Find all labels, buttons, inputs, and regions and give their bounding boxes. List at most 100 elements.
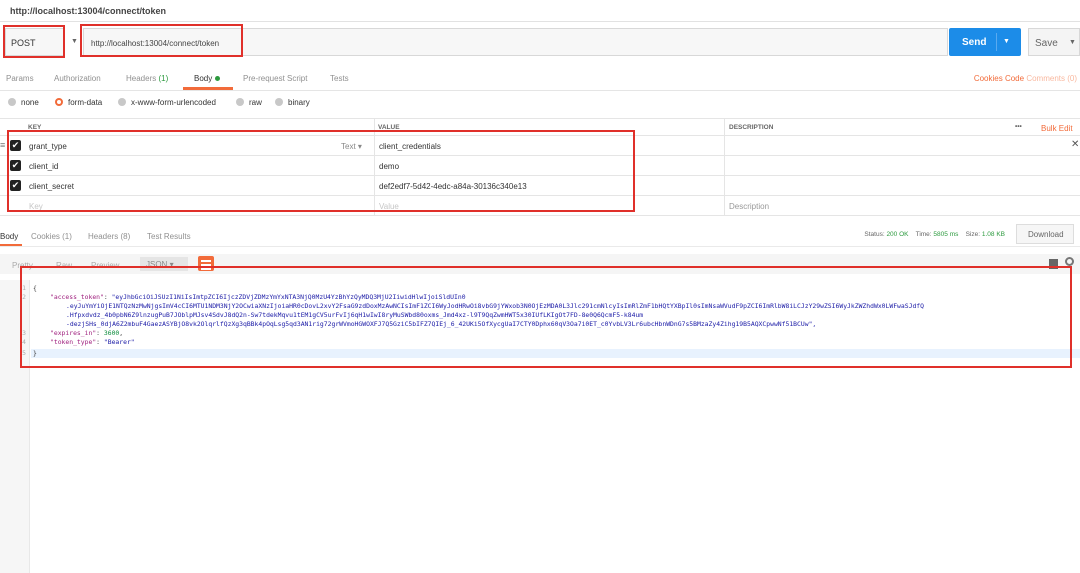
response-meta: Status: 200 OK Time: 5805 ms Size: 1.08 … (864, 231, 1005, 238)
request-tabs: Params Authorization Headers (1) Body Pr… (0, 67, 1080, 91)
save-button[interactable]: Save ▼ (1028, 28, 1080, 56)
table-row-new: Key Value Description (0, 196, 1080, 216)
download-button[interactable]: Download (1016, 224, 1074, 244)
column-divider (724, 176, 725, 195)
chevron-down-icon[interactable]: ▼ (1069, 39, 1076, 46)
radio-label: none (21, 98, 39, 107)
json-string: "Bearer" (103, 338, 135, 346)
row-key[interactable]: client_id (29, 162, 58, 171)
radio-none[interactable]: none (8, 98, 39, 107)
table-row: ✔ client_id demo (0, 156, 1080, 176)
time-value: 5805 ms (933, 231, 959, 238)
tab-headers-label: Headers (126, 74, 157, 83)
delete-row-icon[interactable]: ✕ (1071, 139, 1079, 150)
chevron-down-icon[interactable]: ▼ (1003, 38, 1010, 45)
code-line-continuation: .Hfpxdvdz_4b0pbN6Z9lnzugPuB7JOblpMJsv4Sd… (66, 311, 644, 319)
send-button[interactable]: Send ▼ (949, 28, 1021, 56)
tab-underline (0, 244, 22, 246)
radio-x-www-form-urlencoded[interactable]: x-www-form-urlencoded (118, 98, 216, 107)
response-tab-test-results[interactable]: Test Results (147, 232, 191, 241)
column-divider (724, 156, 725, 175)
radio-circle-icon (118, 98, 126, 106)
code-line: "access_token": "eyJhbGciOiJSUzI1NiIsImt… (50, 293, 466, 301)
json-key: "access_token" (50, 293, 104, 301)
drag-handle-icon[interactable]: ≡ (0, 140, 5, 150)
line-number: 4 (22, 338, 26, 346)
tab-params[interactable]: Params (6, 74, 34, 83)
code-line: { (33, 284, 37, 292)
row-value[interactable]: def2edf7-5d42-4edc-a84a-30136c340e13 (379, 182, 527, 191)
url-input[interactable]: http://localhost:13004/connect/token (83, 28, 948, 56)
response-body[interactable]: 1 { 2 "access_token": "eyJhbGciOiJSUzI1N… (0, 280, 1080, 573)
column-divider (724, 119, 725, 135)
row-value[interactable]: demo (379, 162, 399, 171)
view-tab-pretty[interactable]: Pretty (12, 261, 33, 270)
response-tab-cookies[interactable]: Cookies (1) (31, 232, 72, 241)
column-divider (724, 196, 725, 215)
status-label: Status: (864, 231, 885, 238)
checkbox-checked-icon[interactable]: ✔ (10, 180, 21, 191)
radio-raw[interactable]: raw (236, 98, 262, 107)
column-divider (374, 176, 375, 195)
more-options-icon[interactable]: ••• (1015, 123, 1022, 130)
row-value[interactable]: client_credentials (379, 142, 441, 151)
size-value: 1.08 KB (981, 231, 1005, 238)
new-value-input[interactable]: Value (379, 202, 399, 211)
tab-headers-count: (1) (158, 74, 169, 83)
json-number: 3600 (103, 329, 120, 337)
radio-label: form-data (68, 98, 103, 107)
active-line-highlight (31, 349, 1080, 358)
code-line: "expires_in": 3600, (50, 329, 124, 337)
response-view-tabs: Pretty Raw Preview JSON ▾ (0, 254, 1080, 274)
new-description-input[interactable]: Description (729, 202, 769, 211)
table-row: ≡ ✔ grant_type Text ▾ client_credentials… (0, 136, 1080, 156)
json-key: "expires_in" (50, 329, 97, 337)
tab-underline (183, 87, 233, 90)
radio-form-data[interactable]: form-data (55, 98, 102, 107)
response-tabs: Body Cookies (1) Headers (8) Test Result… (0, 224, 1080, 247)
column-header-key: KEY (28, 124, 42, 131)
row-key[interactable]: grant_type (29, 142, 67, 151)
wrap-lines-icon[interactable] (198, 256, 214, 271)
search-icon[interactable] (1065, 257, 1074, 266)
line-number: 3 (22, 329, 26, 337)
tab-headers[interactable]: Headers (1) (126, 74, 168, 83)
format-select[interactable]: JSON ▾ (140, 257, 188, 271)
chevron-down-icon[interactable]: ▼ (71, 38, 78, 45)
tab-tests[interactable]: Tests (330, 74, 349, 83)
type-select[interactable]: Text ▾ (341, 142, 362, 151)
bulk-edit-link[interactable]: Bulk Edit (1041, 124, 1073, 133)
json-string: "eyJhbGciOiJSUzI1NiIsImtpZCI6IjczZDVjZDM… (111, 293, 466, 301)
line-gutter (0, 280, 30, 573)
code-line: } (33, 349, 37, 357)
new-key-input[interactable]: Key (29, 202, 43, 211)
copy-icon[interactable] (1049, 259, 1058, 269)
tab-authorization[interactable]: Authorization (54, 74, 101, 83)
tab-body-label: Body (194, 74, 213, 83)
view-tab-raw[interactable]: Raw (56, 261, 72, 270)
right-links: Cookies Code Comments (0) (974, 74, 1077, 83)
radio-label: raw (249, 98, 262, 107)
row-key[interactable]: client_secret (29, 182, 74, 191)
method-select[interactable]: POST (5, 28, 65, 56)
json-key: "token_type" (50, 338, 97, 346)
cookies-link[interactable]: Cookies (974, 74, 1003, 83)
checkbox-checked-icon[interactable]: ✔ (10, 140, 21, 151)
type-label: Text (341, 142, 356, 151)
line-number: 1 (22, 284, 26, 292)
column-divider (374, 196, 375, 215)
send-label: Send (962, 37, 987, 48)
radio-circle-icon (275, 98, 283, 106)
code-link[interactable]: Code (1005, 74, 1024, 83)
response-tab-headers[interactable]: Headers (8) (88, 232, 130, 241)
column-divider (724, 136, 725, 155)
tab-pre-request-script[interactable]: Pre-request Script (243, 74, 307, 83)
checkbox-checked-icon[interactable]: ✔ (10, 160, 21, 171)
tab-body[interactable]: Body (194, 74, 221, 83)
comments-link[interactable]: Comments (0) (1026, 74, 1077, 83)
response-tab-body[interactable]: Body (0, 232, 18, 241)
table-header: KEY VALUE DESCRIPTION ••• Bulk Edit (0, 118, 1080, 136)
radio-circle-icon (236, 98, 244, 106)
radio-binary[interactable]: binary (275, 98, 310, 107)
view-tab-preview[interactable]: Preview (91, 261, 119, 270)
